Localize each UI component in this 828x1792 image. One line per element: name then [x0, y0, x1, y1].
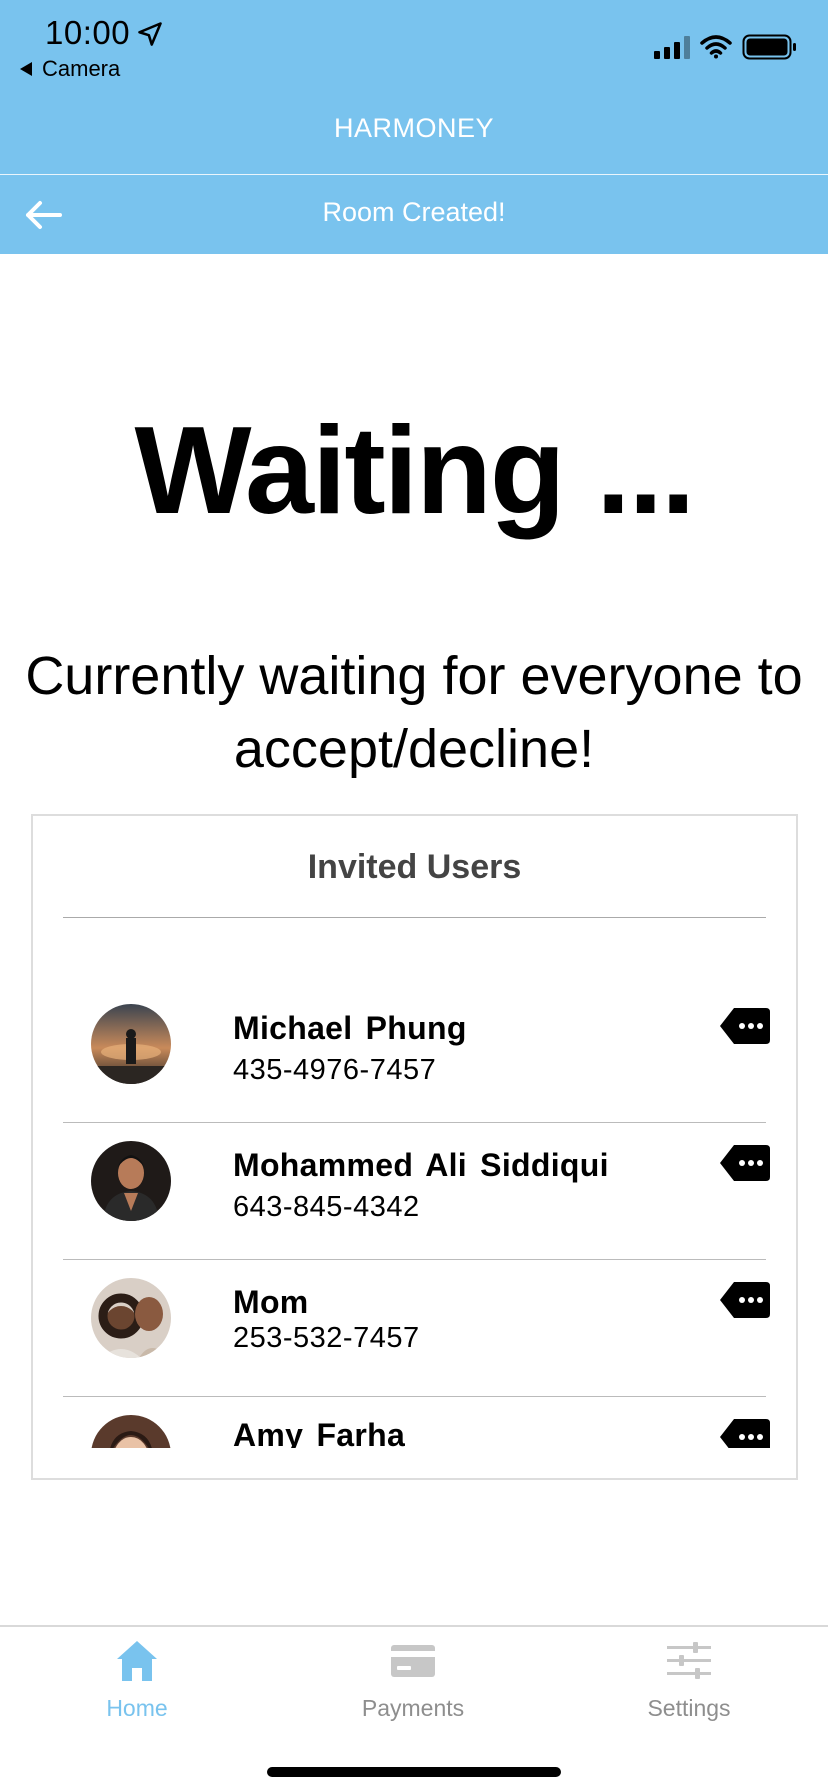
more-options-icon[interactable]: [720, 1282, 770, 1318]
sliders-icon: [667, 1642, 711, 1679]
nav-title: Room Created!: [322, 197, 506, 227]
invited-user-row[interactable]: Michael Phung 435-4976-7457: [63, 986, 770, 1123]
nav-bar: Room Created!: [0, 175, 828, 254]
home-indicator: [267, 1767, 561, 1777]
user-phone: 435-4976-7457: [233, 1054, 437, 1086]
app-header: 10:00 Camera HARMONEY Room Created!: [0, 0, 828, 254]
card-divider: [63, 917, 766, 918]
user-name: Mohammed Ali Siddiqui: [233, 1147, 609, 1183]
credit-card-icon: [391, 1645, 435, 1677]
more-options-icon[interactable]: [720, 1008, 770, 1044]
cellular-signal-icon: [654, 35, 690, 59]
back-app-label: Camera: [42, 56, 121, 81]
tab-label: Payments: [361, 1695, 465, 1721]
status-bar: 10:00 Camera: [0, 0, 828, 90]
wifi-icon: [700, 35, 732, 59]
invited-users-title: Invited Users: [307, 848, 522, 886]
user-name: Mom: [233, 1284, 309, 1320]
avatar: [91, 1141, 171, 1221]
tab-label: Home: [106, 1695, 168, 1721]
invited-user-row[interactable]: Mohammed Ali Siddiqui 643-845-4342: [63, 1123, 770, 1260]
tab-home[interactable]: Home: [37, 1627, 237, 1737]
more-options-icon[interactable]: [720, 1419, 770, 1448]
home-icon: [117, 1641, 157, 1681]
status-icons: [654, 34, 798, 60]
user-phone: 253-532-7457: [233, 1322, 420, 1354]
invited-users-card: Invited Users Michael Phung 435-4976-745…: [31, 814, 798, 1480]
invited-user-row[interactable]: Amy Farha: [63, 1397, 770, 1448]
back-to-app-link[interactable]: Camera: [20, 56, 120, 82]
more-options-icon[interactable]: [720, 1145, 770, 1181]
tab-payments[interactable]: Payments: [313, 1627, 513, 1737]
status-time: 10:00: [45, 14, 131, 51]
user-name: Michael Phung: [233, 1010, 467, 1046]
app-title: HARMONEY: [333, 113, 494, 143]
avatar: [91, 1278, 171, 1358]
battery-icon: [742, 34, 796, 60]
avatar: [91, 1415, 171, 1448]
waiting-subtitle: Currently waiting for everyone to accept…: [25, 646, 803, 779]
invited-user-row[interactable]: Mom 253-532-7457: [63, 1260, 770, 1397]
avatar: [91, 1004, 171, 1084]
tab-label: Settings: [647, 1695, 731, 1721]
waiting-heading: Waiting ...: [134, 402, 696, 540]
user-phone: 643-845-4342: [233, 1191, 420, 1223]
tab-settings[interactable]: Settings: [589, 1627, 789, 1737]
user-name: Amy Farha: [233, 1417, 406, 1448]
back-triangle-icon: [20, 62, 32, 76]
location-arrow-icon: [138, 22, 162, 46]
invited-users-list[interactable]: Michael Phung 435-4976-7457 Mohammed Ali…: [33, 986, 796, 1448]
